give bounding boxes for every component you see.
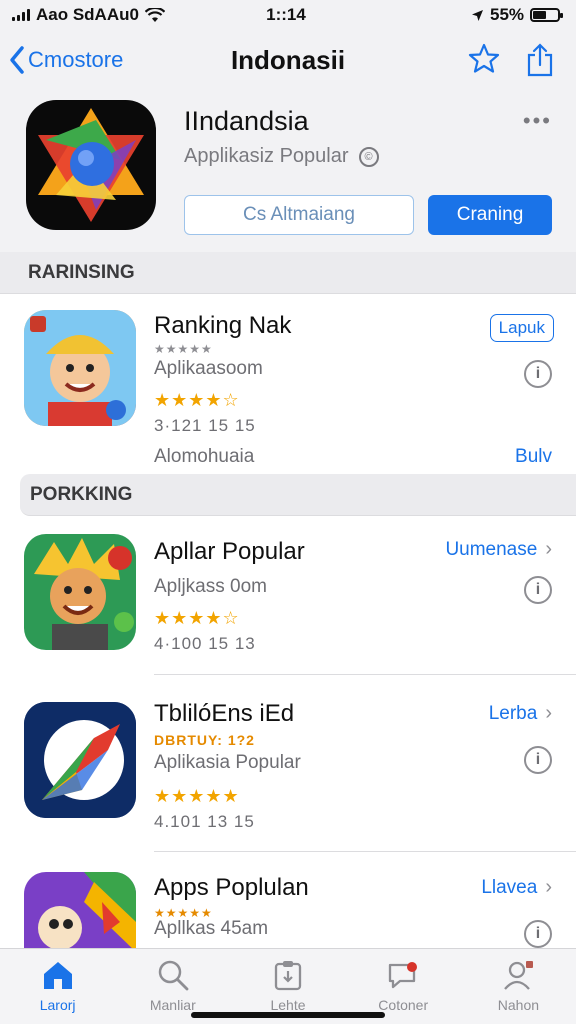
row-action-label: Lerba [488,702,538,724]
row-action-link[interactable]: Lerba › [489,702,552,725]
section-header-popular: PORKKING [20,474,576,516]
app-meta: 4.101 13 15 [154,812,255,831]
row-footer-link[interactable]: Bulv [515,446,552,468]
list-item[interactable]: Apllar Popular Apljkass 0om ★★★★☆ 4·100 … [0,516,576,676]
list-item[interactable]: Apps Poplulan ★★★★★ Apllkas 45am Llavea … [0,852,576,948]
app-subtitle: Applikasiz Popular [184,145,349,167]
secondary-action-button[interactable]: Cs Altmaiang [184,195,414,235]
wifi-icon [144,7,165,22]
app-name: IIndandsia [184,106,309,136]
app-title: Apps Poplulan [154,874,309,901]
tab-label: Nahon [497,997,540,1013]
app-icon-cartoon [24,310,136,426]
house-icon [43,962,72,989]
app-header: IIndandsia Applikasiz Popular © ••• Cs A… [0,90,576,252]
location-arrow-icon [471,9,483,21]
share-button[interactable] [526,43,554,77]
search-icon [158,960,189,991]
share-icon [527,43,553,77]
star-rating: ★★★★☆ [154,608,240,628]
list-item[interactable]: TblilóEns iEd DBRTUY: 1?2 Aplikasia Popu… [0,676,576,852]
chat-bubble-icon [389,962,418,989]
app-subtitle: Aplikasia Popular [154,752,301,773]
app-subtitle: Aplikaasoom [154,358,263,379]
status-time: 1::14 [266,5,306,24]
app-title: Ranking Nak [154,312,292,339]
list-item[interactable]: Ranking Nak ★★★★★ Aplikaasoom ★★★★☆ 3·12… [0,294,576,474]
get-button[interactable]: Lapuk [489,314,554,342]
row-action-label: Llavea [481,876,538,898]
info-button[interactable]: i [524,746,552,774]
chevron-right-icon: › [545,538,552,560]
star-rating: ★★★★☆ [154,390,240,410]
back-button[interactable]: Cmostore [0,45,170,75]
star-icon [468,43,500,73]
tab-label: Larorj [39,997,76,1013]
app-meta: 3·121 15 15 [154,416,256,435]
nav-bar: Cmostore Indonasii [0,30,576,90]
tab-label: Cotoner [378,997,429,1013]
row-divider [154,674,576,675]
battery-percent: 55% [489,5,525,24]
star-rating: ★★★★★ [154,786,240,806]
app-subtitle-row: Applikasiz Popular © [184,145,379,168]
app-icon-hero [24,534,136,650]
app-logo-icon [26,100,156,230]
app-meta: 4·100 15 13 [154,634,256,653]
app-title: TblilóEns iEd [154,700,295,727]
tab-label: Manliar [149,997,196,1013]
info-button[interactable]: i [524,920,552,948]
back-label: Cmostore [28,47,124,72]
info-icon: i [535,365,541,382]
copyright-icon: © [358,146,379,167]
info-button[interactable]: i [524,576,552,604]
info-icon: i [535,751,541,768]
tiny-badge: DBRTUY: 1?2 [154,732,255,748]
status-right: 55% [364,5,564,25]
app-icon-character [24,872,136,948]
chevron-right-icon: › [545,702,552,724]
row-action-label: Uumenase [445,538,538,560]
status-bar: Aao SdAAu0 1::14 55% [0,0,576,30]
clipboard-icon [274,961,302,991]
favorite-button[interactable] [468,43,500,77]
page-title: Indonasii [230,44,346,75]
row-action-link[interactable]: Uumenase › [445,538,552,561]
row-footer-label: Alomohuaia [154,446,255,467]
tiny-rating: ★★★★★ [154,342,213,356]
app-title: Apllar Popular [154,538,305,565]
battery-icon [530,8,564,22]
app-subtitle: Apljkass 0om [154,576,267,597]
nav-actions [406,43,576,77]
more-options-button[interactable]: ••• [523,108,552,134]
tab-label: Lehte [270,997,306,1013]
section-header-ranking: RARINSING [0,252,576,294]
info-icon: i [535,925,541,942]
chevron-left-icon [10,46,24,74]
battery-fill [533,11,547,19]
primary-action-button[interactable]: Craning [428,195,552,235]
home-indicator[interactable] [191,1012,385,1018]
app-subtitle: Apllkas 45am [154,918,269,939]
info-icon: i [535,581,541,598]
app-icon-rocket [24,702,136,818]
carrier-label: Aao SdAAu0 [36,5,139,24]
tab-profile[interactable]: Nahon [461,949,576,1024]
status-left: Aao SdAAu0 [12,5,208,25]
tab-home[interactable]: Larorj [0,949,115,1024]
row-action-link[interactable]: Llavea › [481,876,552,899]
person-icon [504,961,534,990]
signal-icon [12,9,30,21]
info-button[interactable]: i [524,360,552,388]
chevron-right-icon: › [545,876,552,898]
